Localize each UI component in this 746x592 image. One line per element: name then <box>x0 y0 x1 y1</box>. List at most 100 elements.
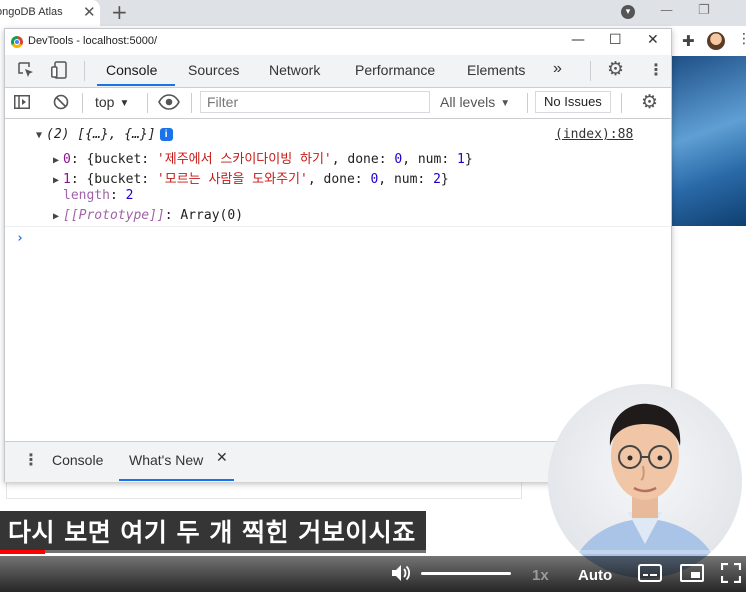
tab-network[interactable]: Network <box>269 62 320 78</box>
prototype-value: Array(0) <box>180 208 244 223</box>
array-item-row[interactable]: ▶ 0: {bucket: '제주에서 스카이다이빙 하기', done: 0, … <box>53 148 473 167</box>
tab-console[interactable]: Console <box>106 62 157 78</box>
fullscreen-icon[interactable] <box>721 563 741 583</box>
array-summary: (2) [{…}, {…}] <box>46 127 156 142</box>
video-subtitle: 다시 보면 여기 두 개 찍힌 거보이시죠 <box>0 511 426 553</box>
tab-sources[interactable]: Sources <box>188 62 239 78</box>
drawer-tab-console[interactable]: Console <box>52 452 103 468</box>
page-hero-image <box>670 56 746 226</box>
toolbar-divider <box>621 93 622 113</box>
devtools-close-icon[interactable]: ✕ <box>647 32 659 48</box>
drawer-menu-icon[interactable]: ⋮ <box>23 450 39 469</box>
restore-icon[interactable]: ❐ <box>698 3 710 18</box>
devtools-title-bar: DevTools - localhost:5000/ — ☐ ✕ <box>5 29 671 55</box>
inspect-element-icon[interactable] <box>18 62 34 78</box>
collapsed-triangle-icon[interactable]: ▶ <box>53 175 63 186</box>
video-controls <box>0 556 746 592</box>
toolbar-divider <box>527 93 528 113</box>
close-tab-icon[interactable]: ✕ <box>83 3 96 21</box>
browser-tab[interactable]: ongoDB Atlas ✕ <box>0 0 100 26</box>
item-punct: , done: <box>331 152 395 167</box>
device-toolbar-icon[interactable] <box>51 61 67 79</box>
item-punct: : {bucket: <box>70 152 157 167</box>
item-punct: , done: <box>307 172 371 187</box>
video-progress-fill <box>0 550 45 554</box>
new-tab-button[interactable]: + <box>111 0 128 24</box>
devtools-minimize-icon[interactable]: — <box>571 32 585 48</box>
toolbar-divider <box>590 61 591 81</box>
info-icon[interactable]: i <box>159 128 173 141</box>
console-divider <box>5 226 671 227</box>
extensions-puzzle-icon[interactable]: ✚ <box>682 32 695 50</box>
console-prompt-icon[interactable]: › <box>16 231 24 246</box>
page-form-box <box>6 480 522 499</box>
item-punct: } <box>464 152 473 167</box>
array-length-row: length: 2 <box>63 188 133 203</box>
item-punct: } <box>440 172 449 187</box>
settings-gear-icon[interactable]: ⚙ <box>607 58 624 80</box>
item-punct: , num: <box>378 172 434 187</box>
issues-button[interactable]: No Issues <box>535 91 611 113</box>
console-log-summary[interactable]: ▼ (2) [{…}, {…}] i <box>36 127 173 142</box>
video-progress-bar[interactable] <box>0 550 746 554</box>
browser-menu-icon[interactable]: ⋮ <box>737 31 746 47</box>
volume-slider[interactable] <box>421 572 511 575</box>
customize-menu-icon[interactable]: ⋮ <box>648 60 664 79</box>
toolbar-divider <box>191 93 192 113</box>
browser-tab-strip: ongoDB Atlas ✕ + ▾ — ❐ <box>0 0 746 26</box>
tab-elements[interactable]: Elements <box>467 62 525 78</box>
array-item-row[interactable]: ▶ 1: {bucket: '모르는 사람을 도와주기', done: 0, nu… <box>53 168 449 187</box>
prototype-row[interactable]: ▶ [[Prototype]]: Array(0) <box>53 208 243 223</box>
devtools-main-tabs: Console Sources Network Performance Elem… <box>5 55 671 88</box>
item-punct: : {bucket: <box>70 172 157 187</box>
item-punct: : <box>109 188 126 203</box>
console-filter-input[interactable] <box>200 91 430 113</box>
console-settings-gear-icon[interactable]: ⚙ <box>641 91 658 113</box>
item-index: 0 <box>63 152 71 167</box>
volume-icon[interactable] <box>391 563 413 583</box>
drawer-tab-whats-new[interactable]: What's New <box>129 452 203 468</box>
quality-label[interactable]: Auto <box>578 567 612 584</box>
item-bucket: '제주에서 스카이다이빙 하기' <box>156 152 332 167</box>
presenter-illustration <box>568 403 722 578</box>
more-tabs-chevron-icon[interactable]: » <box>553 60 562 78</box>
show-sidebar-icon[interactable] <box>14 95 30 109</box>
subtitles-icon[interactable] <box>638 564 662 582</box>
tab-performance[interactable]: Performance <box>355 62 435 78</box>
toolbar-divider <box>147 93 148 113</box>
browser-tab-title: ongoDB Atlas <box>0 6 63 18</box>
tab-search-icon[interactable]: ▾ <box>621 5 635 19</box>
collapsed-triangle-icon[interactable]: ▶ <box>53 155 63 166</box>
length-key: length <box>63 188 110 203</box>
profile-avatar[interactable] <box>707 32 725 50</box>
expanded-triangle-icon[interactable]: ▼ <box>36 130 46 141</box>
item-num: 2 <box>433 172 441 187</box>
live-expression-eye-icon[interactable] <box>158 93 180 111</box>
minimize-icon[interactable]: — <box>660 3 673 18</box>
devtools-window: DevTools - localhost:5000/ — ☐ ✕ Console… <box>4 28 672 482</box>
context-selector[interactable]: top ▼ <box>95 94 129 110</box>
toolbar-divider <box>82 93 83 113</box>
chevron-down-icon: ▼ <box>119 98 130 109</box>
item-index: 1 <box>63 172 71 187</box>
collapsed-triangle-icon[interactable]: ▶ <box>53 211 63 222</box>
presenter-webcam <box>548 384 742 578</box>
item-num: 1 <box>457 152 465 167</box>
item-punct: , num: <box>402 152 457 167</box>
length-value: 2 <box>125 188 134 203</box>
source-location-link[interactable]: (index):88 <box>555 127 633 142</box>
drawer-close-icon[interactable]: ✕ <box>216 450 228 466</box>
devtools-maximize-icon[interactable]: ☐ <box>609 32 622 48</box>
log-levels-dropdown[interactable]: All levels ▼ <box>440 94 510 110</box>
playback-speed-label[interactable]: 1x <box>532 567 549 584</box>
console-filter-bar: top ▼ All levels ▼ No Issues ⚙ <box>5 88 671 119</box>
drawer-active-indicator <box>119 479 234 481</box>
chevron-down-icon: ▼ <box>500 98 511 109</box>
miniplayer-icon[interactable] <box>680 564 704 582</box>
prototype-key: [[Prototype]] <box>63 208 165 223</box>
item-bucket: '모르는 사람을 도와주기' <box>156 172 308 187</box>
active-tab-indicator <box>97 84 175 86</box>
context-value: top <box>95 94 115 110</box>
clear-console-icon[interactable] <box>53 94 69 110</box>
item-punct: : <box>164 208 181 223</box>
